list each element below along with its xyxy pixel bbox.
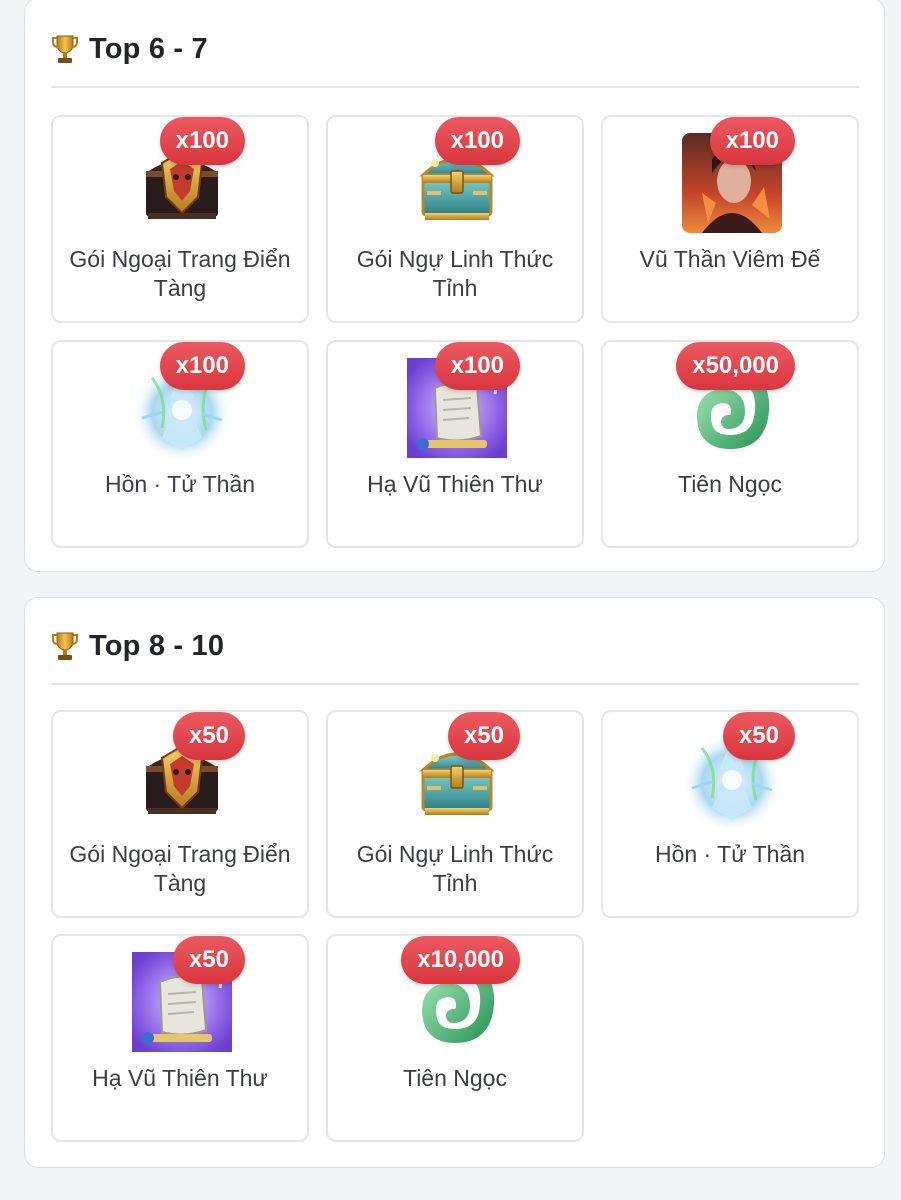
quantity-badge: x50: [172, 712, 245, 760]
section-title: Top 6 - 7: [89, 32, 208, 65]
quantity-badge: x100: [159, 342, 245, 390]
quantity-badge: x50: [172, 936, 245, 984]
reward-card[interactable]: x100 Hồn · Tử Thần: [51, 340, 309, 548]
reward-card[interactable]: x50 Gói Ngự Linh Thức Tỉnh: [326, 710, 584, 918]
quantity-badge: x10,000: [401, 936, 520, 984]
reward-section-top-8-10: Top 8 - 10 x50 Gói Ngoại Trang Điển Tàng…: [24, 597, 885, 1168]
reward-name: Gói Ngoại Trang Điển Tàng: [69, 246, 291, 301]
section-title: Top 8 - 10: [89, 629, 225, 662]
reward-name: Gói Ngoại Trang Điển Tàng: [69, 841, 291, 896]
reward-card[interactable]: x50,000 Tiên Ngọc: [601, 340, 859, 548]
reward-card[interactable]: x100 Gói Ngự Linh Thức Tỉnh: [326, 115, 584, 323]
reward-section-top-6-7: Top 6 - 7 x100 Gói Ngoại Trang Điển Tàng…: [24, 0, 885, 572]
reward-card[interactable]: x100 Vũ Thần Viêm Đế: [601, 115, 859, 323]
quantity-badge: x100: [159, 117, 245, 165]
reward-name: Vũ Thần Viêm Đế: [639, 246, 821, 272]
reward-card[interactable]: x10,000 Tiên Ngọc: [326, 934, 584, 1142]
quantity-badge: x100: [709, 117, 795, 165]
reward-card[interactable]: x100 Hạ Vũ Thiên Thư: [326, 340, 584, 548]
reward-name: Gói Ngự Linh Thức Tỉnh: [356, 841, 554, 896]
quantity-badge: x50,000: [676, 342, 795, 390]
reward-name: Hồn · Tử Thần: [654, 841, 806, 867]
quantity-badge: x50: [722, 712, 795, 760]
quantity-badge: x100: [434, 342, 520, 390]
trophy-icon: [51, 631, 79, 661]
section-divider: [51, 683, 859, 685]
reward-card[interactable]: x50 Hạ Vũ Thiên Thư: [51, 934, 309, 1142]
reward-name: Gói Ngự Linh Thức Tỉnh: [356, 246, 554, 301]
section-header: Top 6 - 7: [51, 29, 208, 69]
reward-name: Hồn · Tử Thần: [104, 471, 256, 497]
reward-name: Tiên Ngọc: [403, 1065, 507, 1091]
reward-card[interactable]: x50 Gói Ngoại Trang Điển Tàng: [51, 710, 309, 918]
section-header: Top 8 - 10: [51, 626, 224, 666]
section-divider: [51, 86, 859, 88]
quantity-badge: x50: [447, 712, 520, 760]
reward-card[interactable]: x50 Hồn · Tử Thần: [601, 710, 859, 918]
quantity-badge: x100: [434, 117, 520, 165]
reward-name: Tiên Ngọc: [678, 471, 782, 497]
reward-card[interactable]: x100 Gói Ngoại Trang Điển Tàng: [51, 115, 309, 323]
reward-name: Hạ Vũ Thiên Thư: [92, 1065, 268, 1091]
reward-name: Hạ Vũ Thiên Thư: [367, 471, 543, 497]
trophy-icon: [51, 34, 79, 64]
